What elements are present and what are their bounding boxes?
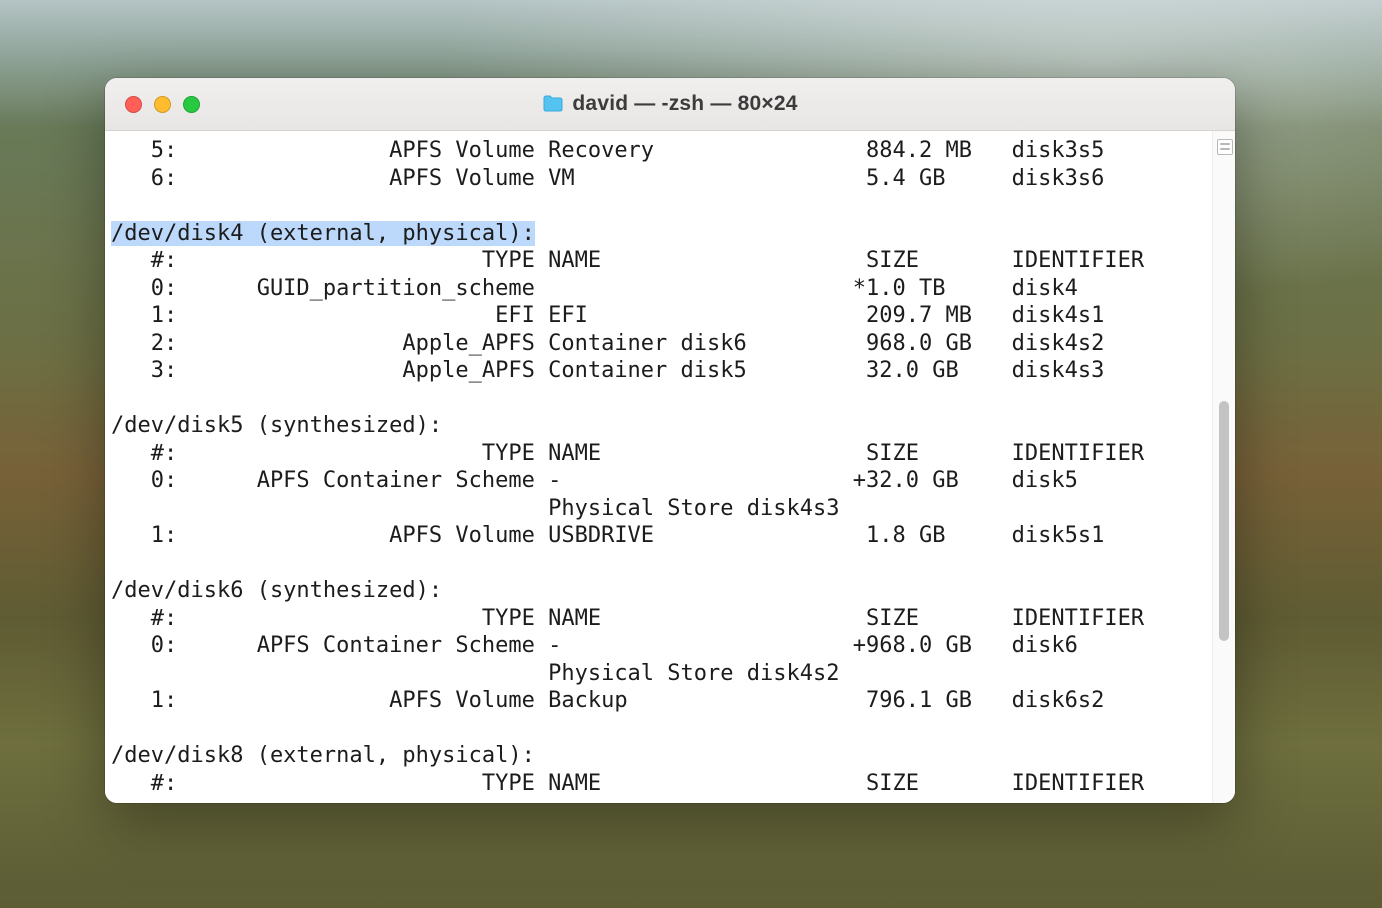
terminal-output: 5: APFS Volume Recovery 884.2 MB disk3s5…	[111, 137, 1212, 797]
scroll-legacy-indicator-icon	[1217, 139, 1233, 155]
scrollbar-thumb[interactable]	[1219, 401, 1229, 641]
zoom-button[interactable]	[183, 96, 200, 113]
terminal-window: david — -zsh — 80×24 5: APFS Volume Reco…	[105, 78, 1235, 803]
close-button[interactable]	[125, 96, 142, 113]
highlighted-line: /dev/disk4 (external, physical):	[111, 221, 535, 246]
window-titlebar[interactable]: david — -zsh — 80×24	[105, 78, 1235, 131]
window-controls	[105, 96, 225, 113]
folder-icon	[542, 95, 564, 113]
terminal-viewport[interactable]: 5: APFS Volume Recovery 884.2 MB disk3s5…	[105, 131, 1212, 803]
scrollbar[interactable]	[1212, 131, 1235, 803]
window-title-text: david — -zsh — 80×24	[572, 92, 797, 116]
window-title: david — -zsh — 80×24	[225, 92, 1115, 116]
minimize-button[interactable]	[154, 96, 171, 113]
